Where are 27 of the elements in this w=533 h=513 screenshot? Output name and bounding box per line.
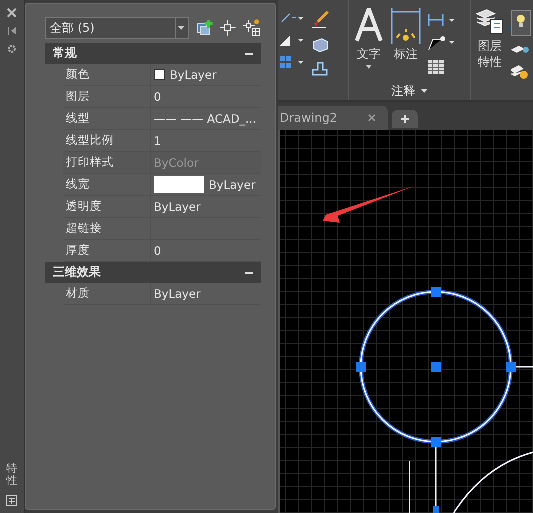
property-label: 颜色 (63, 64, 151, 85)
property-label: 透明度 (63, 196, 151, 217)
property-value[interactable]: 1 (154, 134, 162, 148)
panel-title[interactable]: 注释 (349, 82, 470, 100)
dimension-tool-button[interactable]: 标注 (389, 6, 424, 78)
selection-dropdown[interactable]: 全部 (5) (45, 17, 189, 39)
layer-properties-button[interactable]: 图层特性 (473, 4, 507, 100)
property-value[interactable]: ByLayer (209, 178, 256, 192)
document-tab[interactable]: Drawing2 (278, 106, 388, 130)
property-value[interactable]: ByLayer (154, 200, 201, 214)
property-label: 线型 (63, 108, 151, 129)
property-label: 超链接 (63, 218, 151, 239)
text-tool-button[interactable]: 文字 (353, 6, 386, 78)
property-value[interactable]: ByLayer (170, 68, 217, 82)
palette-title: 特性 (6, 462, 18, 487)
property-value[interactable]: 0 (154, 90, 162, 104)
property-label: 厚度 (63, 240, 151, 261)
property-label: 线宽 (63, 174, 151, 195)
section-header[interactable]: 常规 (45, 43, 261, 64)
property-label: 线型比例 (63, 130, 151, 151)
property-label: 材质 (63, 283, 151, 304)
property-label: 图层 (63, 86, 151, 107)
property-label: 打印样式 (63, 152, 151, 173)
property-value[interactable]: ByLayer (154, 286, 201, 300)
property-value[interactable]: 0 (154, 244, 162, 258)
section-header[interactable]: 三维效果 (45, 262, 261, 283)
property-value[interactable]: —— —— ACAD_... (154, 112, 256, 126)
